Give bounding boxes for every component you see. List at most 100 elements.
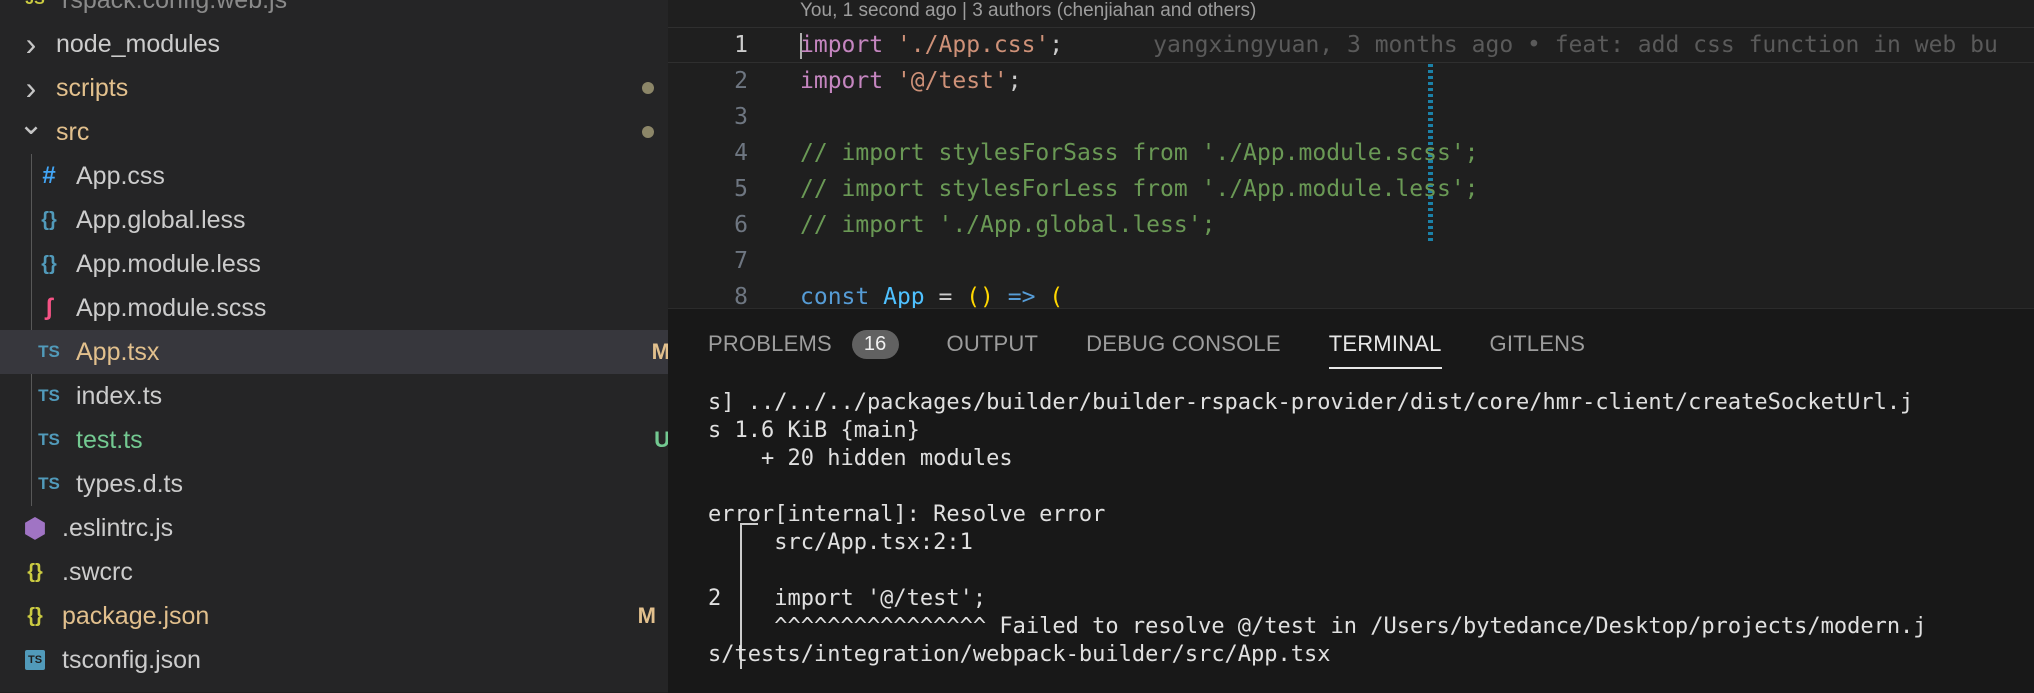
tree-item[interactable]: {} .swcrc [0, 550, 668, 594]
sass-file-icon: ʃ [45, 294, 53, 321]
code-line[interactable]: 8 const App = () => ( [668, 279, 2034, 308]
code-line[interactable]: 5 // import stylesForLess from './App.mod… [668, 171, 2034, 207]
tree-item-label: rspack.config.web.js [62, 0, 287, 15]
tree-item[interactable]: TS index.ts [0, 374, 668, 418]
tree-item-label: package.json [62, 601, 210, 630]
code-content: const App = () => ( [800, 284, 1063, 308]
tree-item[interactable]: › node_modules [0, 22, 668, 66]
code-token: // import stylesForLess from './App.modu… [800, 176, 1479, 202]
tree-item[interactable]: {} package.json M [0, 594, 668, 638]
git-status-badge: M [637, 603, 656, 628]
code-token: App [883, 284, 925, 308]
code-token: => [1007, 284, 1036, 308]
code-line[interactable]: 1 import './App.css'; yangxingyuan, 3 mont… [668, 27, 2034, 63]
tree-item-label: App.global.less [76, 205, 246, 234]
tab-terminal[interactable]: TERMINAL [1328, 309, 1442, 379]
code-content: // import stylesForSass from './App.modu… [800, 140, 1479, 166]
terminal-line: ^^^^^^^^^^^^^^^^ Failed to resolve @/tes… [708, 614, 1927, 639]
less-file-icon: {} [41, 208, 57, 231]
terminal-line: + 20 hidden modules [708, 446, 1013, 471]
git-status-badge: U [654, 427, 668, 452]
code-token: '@/test' [896, 68, 1008, 94]
tab-gitlens[interactable]: GITLENS [1490, 309, 1586, 379]
tree-item[interactable]: ⬢ .eslintrc.js [0, 506, 668, 550]
line-number: 2 [734, 68, 748, 94]
code-line[interactable]: 2 import '@/test'; [668, 63, 2034, 99]
code-token: () [966, 284, 994, 308]
typescript-file-icon: TS [38, 474, 60, 493]
line-number: 1 [734, 32, 748, 58]
terminal-line: src/App.tsx:2:1 [708, 530, 973, 555]
tab-debug-console[interactable]: DEBUG CONSOLE [1086, 309, 1281, 379]
tree-item-label: App.module.scss [76, 293, 267, 322]
tree-item[interactable]: › scripts [0, 66, 668, 110]
code-line[interactable]: 7 [668, 243, 2034, 279]
tree-item-label: scripts [56, 73, 129, 102]
explorer-sidebar: JS rspack.config.web.js › node_modules ›scri… [0, 0, 668, 692]
modified-dot-icon [642, 82, 654, 94]
tree-item-label: App.module.less [76, 249, 261, 278]
gitlens-blame-header[interactable]: You, 1 second ago | 3 authors (chenjiaha… [800, 0, 1256, 22]
code-token: // import './App.global.less'; [800, 212, 1216, 238]
code-line[interactable]: 6 // import './App.global.less'; [668, 207, 2034, 243]
chevron-down-icon[interactable]: ⌄ [18, 102, 43, 146]
code-content: // import stylesForLess from './App.modu… [800, 176, 1479, 202]
tab-output[interactable]: OUTPUT [947, 309, 1039, 379]
terminal-line: error[internal]: Resolve error [708, 502, 1106, 527]
tree-item[interactable]: TS tsconfig.json [0, 638, 668, 682]
chevron-right-icon[interactable]: › [20, 22, 42, 66]
tree-item[interactable]: TS test.ts U [0, 418, 668, 462]
tree-item-label: test.ts [76, 425, 143, 454]
tree-item[interactable]: ⌄ src [0, 108, 668, 154]
less-file-icon: {} [41, 252, 57, 275]
json-file-icon: {} [27, 604, 43, 627]
modified-dot-icon [642, 126, 654, 138]
code-line[interactable]: 4 // import stylesForSass from './App.mod… [668, 135, 2034, 171]
code-token: ; [1007, 68, 1022, 94]
line-number: 4 [734, 140, 748, 166]
code-token: import [800, 32, 884, 58]
code-token: './App.css' [896, 32, 1050, 58]
tab-label: GITLENS [1489, 331, 1586, 356]
code-editor[interactable]: You, 1 second ago | 3 authors (chenjiaha… [668, 0, 2034, 308]
tab-label: DEBUG CONSOLE [1086, 331, 1281, 356]
code-token: ; [1049, 32, 1064, 58]
terminal-line: s] ../../../packages/builder/builder-rsp… [708, 390, 1914, 415]
tree-item[interactable]: ʃ App.module.scss [0, 286, 668, 330]
text-cursor [800, 33, 802, 59]
tree-item-label: src [56, 117, 90, 146]
tsconfig-file-icon: TS [20, 650, 50, 670]
tab-label: PROBLEMS [708, 331, 832, 356]
javascript-file-icon: JS [20, 0, 50, 9]
typescript-file-icon: TS [38, 342, 60, 361]
code-token: import [800, 68, 884, 94]
code-token: ( [1049, 284, 1064, 308]
bottom-panel: PROBLEMS 16 OUTPUT DEBUG CONSOLE TERMINAL GIT… [668, 308, 2034, 693]
tab-problems[interactable]: PROBLEMS 16 [708, 309, 899, 379]
line-number: 7 [734, 248, 748, 274]
tree-item[interactable]: TS App.tsx M [0, 330, 668, 374]
terminal-line: 2 import '@/test'; [708, 586, 987, 611]
tree-item[interactable]: # App.css [0, 154, 668, 198]
inline-blame-annotation[interactable]: yangxingyuan, 3 months ago • feat: add c… [1153, 32, 1998, 58]
tree-item[interactable]: {} App.global.less [0, 198, 668, 242]
line-number: 5 [734, 176, 748, 202]
tab-label: TERMINAL [1328, 331, 1442, 356]
line-number: 3 [734, 104, 748, 130]
tree-item-label: index.ts [76, 381, 163, 410]
tree-item[interactable]: JS rspack.config.web.js [0, 0, 668, 22]
tree-item-label: tsconfig.json [62, 645, 201, 674]
code-line[interactable]: 3 [668, 99, 2034, 135]
code-token: = [924, 284, 967, 308]
terminal-output[interactable]: s] ../../../packages/builder/builder-rsp… [708, 389, 2028, 669]
eslint-file-icon: ⬢ [23, 512, 47, 543]
tree-item[interactable]: TS types.d.ts [0, 462, 668, 506]
tree-item[interactable]: {} App.module.less [0, 242, 668, 286]
tree-item-label: App.css [76, 161, 165, 190]
